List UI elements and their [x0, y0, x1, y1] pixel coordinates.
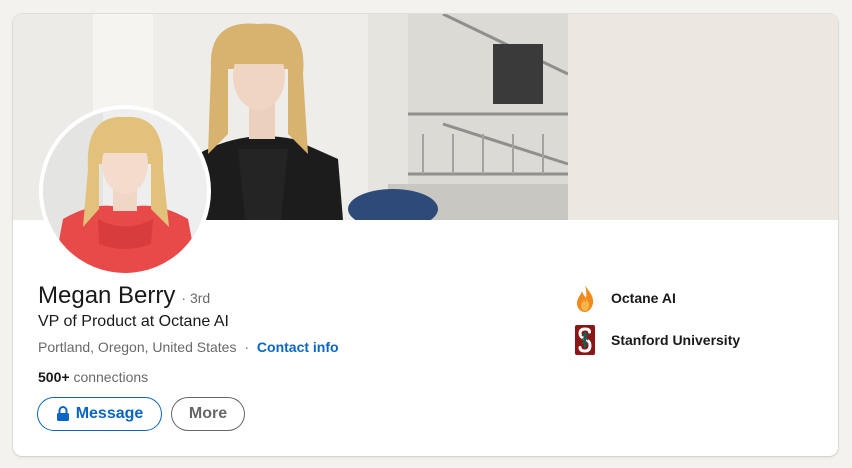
org-item-stanford[interactable]: Stanford University	[573, 324, 740, 356]
org-name-stanford: Stanford University	[611, 332, 741, 348]
more-button-label: More	[188, 405, 228, 422]
connections-label: connections	[73, 369, 149, 385]
more-button[interactable]: More	[171, 397, 245, 431]
connections-count: 500+	[38, 369, 70, 385]
profile-headline: VP of Product at Octane AI	[38, 313, 229, 330]
org-item-octane-ai[interactable]: Octane AI	[573, 282, 676, 314]
connections-link[interactable]: 500+ connections	[38, 369, 148, 385]
separator-dot: ·	[244, 339, 250, 355]
message-button-label: Message	[75, 405, 144, 422]
stanford-logo-icon	[573, 324, 597, 356]
avatar-image	[43, 109, 207, 273]
connection-degree: · 3rd	[181, 290, 211, 306]
profile-photo[interactable]	[39, 105, 211, 277]
profile-card: Megan Berry · 3rd VP of Product at Octan…	[13, 14, 838, 456]
profile-location: Portland, Oregon, United States	[38, 339, 237, 355]
name-row: Megan Berry · 3rd	[38, 282, 210, 310]
org-name-octane-ai: Octane AI	[611, 290, 676, 306]
location-row: Portland, Oregon, United States · Contac…	[38, 339, 339, 355]
flame-logo-icon	[573, 282, 597, 314]
contact-info-link[interactable]: Contact info	[257, 339, 339, 355]
lock-icon	[56, 406, 69, 421]
profile-name: Megan Berry	[38, 282, 176, 309]
message-button[interactable]: Message	[37, 397, 162, 431]
